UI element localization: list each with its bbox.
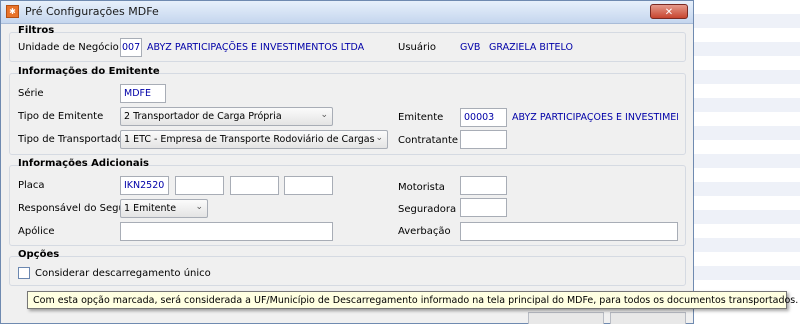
apolice-label: Apólice xyxy=(18,226,55,237)
descarregamento-checkbox[interactable] xyxy=(18,267,30,279)
tipo-transportador-value: 1 ETC - Empresa de Transporte Rodoviário… xyxy=(124,134,375,145)
mdfe-app-icon: ✱ xyxy=(6,5,19,18)
dialog-window: ✱ Pré Configurações MDFe ✕ Filtros Unida… xyxy=(0,0,694,324)
cancel-button[interactable] xyxy=(610,312,686,324)
placa-field-2[interactable] xyxy=(175,176,224,195)
usuario-code: GVB xyxy=(460,42,481,53)
unidade-label: Unidade de Negócio xyxy=(18,42,119,53)
contratante-field[interactable] xyxy=(460,130,507,149)
averbacao-label: Averbação xyxy=(398,226,451,237)
close-icon: ✕ xyxy=(664,7,674,18)
placa-label: Placa xyxy=(18,180,45,191)
filtros-title: Filtros xyxy=(18,25,55,36)
window-title: Pré Configurações MDFe xyxy=(25,5,159,18)
seguradora-label: Seguradora xyxy=(398,204,457,215)
emitente-label: Emitente xyxy=(398,112,444,123)
motorista-label: Motorista xyxy=(398,182,445,193)
adicionais-title: Informações Adicionais xyxy=(18,158,149,169)
tipo-emitente-select[interactable]: 2 Transportador de Carga Própria ⌄ xyxy=(120,107,333,126)
descarregamento-label[interactable]: Considerar descarregamento único xyxy=(35,268,211,279)
contratante-label: Contratante xyxy=(398,135,459,146)
motorista-field[interactable] xyxy=(460,176,507,195)
placa-field-3[interactable] xyxy=(230,176,279,195)
apolice-field[interactable] xyxy=(120,222,333,241)
placa-field-4[interactable] xyxy=(284,176,333,195)
serie-label: Série xyxy=(18,88,44,99)
tipo-emitente-value: 2 Transportador de Carga Própria xyxy=(124,111,282,122)
usuario-label: Usuário xyxy=(398,42,437,53)
usuario-name: GRAZIELA BITELO xyxy=(489,42,573,53)
serie-field[interactable]: MDFE xyxy=(120,84,166,103)
emitente-name: ABYZ PARTICIPAÇÕES E INVESTIMENTOS xyxy=(512,112,678,123)
responsavel-label: Responsável do Seguro xyxy=(18,203,135,214)
tooltip: Com esta opção marcada, será considerada… xyxy=(27,291,798,309)
emitente-code-field[interactable]: 00003 xyxy=(460,108,507,127)
unidade-name: ABYZ PARTICIPAÇÕES E INVESTIMENTOS LTDA xyxy=(147,42,365,53)
tipo-transportador-label: Tipo de Transportador xyxy=(18,134,128,145)
unidade-code-field[interactable]: 007 xyxy=(120,38,142,57)
close-button[interactable]: ✕ xyxy=(650,4,688,19)
title-bar[interactable]: ✱ Pré Configurações MDFe ✕ xyxy=(1,1,693,24)
ok-button[interactable] xyxy=(528,312,604,324)
seguradora-field[interactable] xyxy=(460,198,507,217)
opcoes-title: Opções xyxy=(18,249,60,260)
chevron-down-icon: ⌄ xyxy=(320,110,328,120)
tipo-transportador-select[interactable]: 1 ETC - Empresa de Transporte Rodoviário… xyxy=(120,130,388,149)
emitente-title: Informações do Emitente xyxy=(18,66,160,77)
responsavel-value: 1 Emitente xyxy=(124,203,177,214)
placa-field-1[interactable]: IKN2520 xyxy=(120,176,169,195)
responsavel-select[interactable]: 1 Emitente ⌄ xyxy=(120,199,208,218)
chevron-down-icon: ⌄ xyxy=(195,202,203,212)
tipo-emitente-label: Tipo de Emitente xyxy=(18,111,104,122)
averbacao-field[interactable] xyxy=(460,222,678,241)
chevron-down-icon: ⌄ xyxy=(375,133,383,143)
